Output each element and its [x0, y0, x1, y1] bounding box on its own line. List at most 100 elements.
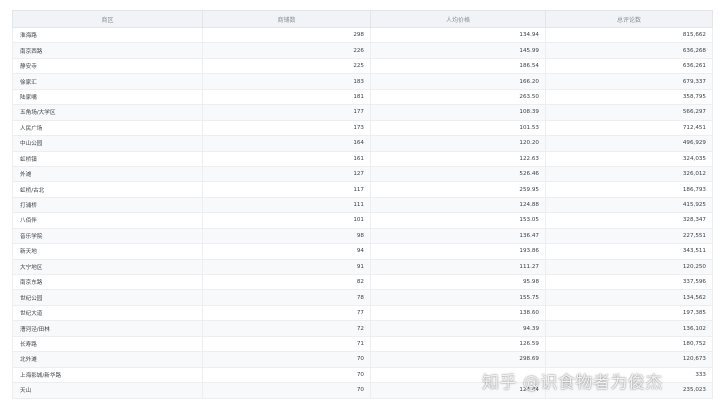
- table-row: 中山公园 164 120.20 496,929: [12, 135, 713, 152]
- district-cell: 新天地: [12, 243, 203, 260]
- shop-count-cell: 101: [202, 212, 371, 229]
- district-cell: 南京西路: [12, 42, 203, 59]
- district-cell: 静安寺: [12, 58, 203, 75]
- district-cell: 长寿路: [12, 336, 203, 353]
- avg-price-cell: 186.54: [370, 58, 546, 75]
- table-row: 南京西路 226 145.99 636,268: [12, 42, 713, 59]
- district-cell: 陆家嘴: [12, 89, 203, 106]
- review-count-cell: 679,337: [545, 73, 713, 90]
- district-cell: 世纪公园: [12, 289, 203, 306]
- district-cell: 音乐学院: [12, 228, 203, 245]
- watermark-text: 知乎 @识食物者为俊杰: [482, 373, 663, 393]
- shop-count-cell: 91: [202, 259, 371, 276]
- review-count-cell: 566,297: [545, 104, 713, 121]
- district-cell: 上海影城/新华路: [12, 367, 203, 384]
- district-cell: 虹桥/古北: [12, 181, 203, 198]
- avg-price-cell: 136.47: [370, 228, 546, 245]
- district-cell: 天山: [12, 382, 203, 399]
- review-count-cell: 358,795: [545, 89, 713, 106]
- column-header-review-count[interactable]: 总评论数: [545, 10, 713, 28]
- shop-count-cell: 70: [202, 367, 371, 384]
- table-row: 淮海路 298 134.94 815,662: [12, 27, 713, 44]
- district-cell: 人民广场: [12, 120, 203, 137]
- review-count-cell: 120,250: [545, 259, 713, 276]
- review-count-cell: 186,793: [545, 181, 713, 198]
- review-count-cell: 815,662: [545, 27, 713, 44]
- shop-count-cell: 77: [202, 305, 371, 322]
- review-count-cell: 326,012: [545, 166, 713, 183]
- avg-price-cell: 134.94: [370, 27, 546, 44]
- review-count-cell: 180,752: [545, 336, 713, 353]
- avg-price-cell: 153.05: [370, 212, 546, 229]
- shop-count-cell: 98: [202, 228, 371, 245]
- shop-count-cell: 183: [202, 73, 371, 90]
- district-cell: 北外滩: [12, 351, 203, 368]
- shop-count-cell: 127: [202, 166, 371, 183]
- review-count-cell: 136,102: [545, 320, 713, 337]
- avg-price-cell: 138.60: [370, 305, 546, 322]
- avg-price-cell: 298.69: [370, 351, 546, 368]
- table-row: 世纪大道 77 138.60 197,385: [12, 305, 713, 322]
- data-table-container: 商区 商铺数 人均价格 总评论数 淮海路 298 134.94 815,662 南京西路…: [12, 10, 713, 399]
- review-count-cell: 227,551: [545, 228, 713, 245]
- table-row: 虹桥镇 161 122.63 324,035: [12, 151, 713, 167]
- shop-count-cell: 94: [202, 243, 371, 260]
- table-row: 长寿路 71 126.59 180,752: [12, 336, 713, 353]
- shop-count-cell: 111: [202, 197, 371, 214]
- avg-price-cell: 263.50: [370, 89, 546, 106]
- district-cell: 五角场/大学区: [12, 104, 203, 121]
- shop-count-cell: 72: [202, 320, 371, 337]
- avg-price-cell: 259.95: [370, 181, 546, 198]
- table-row: 漕河泾/田林 72 94.39 136,102: [12, 320, 713, 337]
- table-row: 虹桥/古北 117 259.95 186,793: [12, 181, 713, 198]
- shop-count-cell: 225: [202, 58, 371, 75]
- shop-count-cell: 70: [202, 351, 371, 368]
- table-row: 静安寺 225 186.54 636,261: [12, 58, 713, 75]
- avg-price-cell: 111.27: [370, 259, 546, 276]
- business-district-table: 商区 商铺数 人均价格 总评论数 淮海路 298 134.94 815,662 南京西路…: [12, 10, 713, 399]
- district-cell: 漕河泾/田林: [12, 320, 203, 337]
- column-header-shop-count[interactable]: 商铺数: [202, 10, 371, 28]
- district-cell: 外滩: [12, 166, 203, 183]
- avg-price-cell: 124.88: [370, 197, 546, 214]
- review-count-cell: 712,451: [545, 120, 713, 137]
- avg-price-cell: 101.53: [370, 120, 546, 137]
- avg-price-cell: 193.86: [370, 243, 546, 260]
- shop-count-cell: 181: [202, 89, 371, 106]
- review-count-cell: 120,673: [545, 351, 713, 368]
- district-cell: 中山公园: [12, 135, 203, 152]
- table-row: 八佰伴 101 153.05 328,347: [12, 212, 713, 229]
- table-body: 淮海路 298 134.94 815,662 南京西路 226 145.99 636,268 静…: [12, 27, 713, 399]
- review-count-cell: 134,562: [545, 289, 713, 306]
- shop-count-cell: 226: [202, 42, 371, 59]
- review-count-cell: 496,929: [545, 135, 713, 152]
- district-cell: 淮海路: [12, 27, 203, 44]
- review-count-cell: 636,268: [545, 42, 713, 59]
- table-row: 北外滩 70 298.69 120,673: [12, 351, 713, 368]
- table-row: 五角场/大学区 177 108.39 566,297: [12, 104, 713, 121]
- shop-count-cell: 70: [202, 382, 371, 399]
- review-count-cell: 415,925: [545, 197, 713, 214]
- review-count-cell: 197,385: [545, 305, 713, 322]
- avg-price-cell: 95.98: [370, 274, 546, 291]
- column-header-district[interactable]: 商区: [12, 10, 203, 28]
- table-header-row: 商区 商铺数 人均价格 总评论数: [12, 10, 713, 28]
- table-row: 外滩 127 526.46 326,012: [12, 166, 713, 183]
- avg-price-cell: 108.39: [370, 104, 546, 121]
- shop-count-cell: 117: [202, 181, 371, 198]
- shop-count-cell: 82: [202, 274, 371, 291]
- shop-count-cell: 78: [202, 289, 371, 306]
- review-count-cell: 337,596: [545, 274, 713, 291]
- shop-count-cell: 71: [202, 336, 371, 353]
- table-row: 南京东路 82 95.98 337,596: [12, 274, 713, 291]
- column-header-avg-price[interactable]: 人均价格: [370, 10, 546, 28]
- review-count-cell: 636,261: [545, 58, 713, 75]
- district-cell: 八佰伴: [12, 212, 203, 229]
- shop-count-cell: 173: [202, 120, 371, 137]
- table-row: 世纪公园 78 155.75 134,562: [12, 289, 713, 306]
- district-cell: 南京东路: [12, 274, 203, 291]
- shop-count-cell: 161: [202, 151, 371, 167]
- district-cell: 虹桥镇: [12, 151, 203, 167]
- avg-price-cell: 145.99: [370, 42, 546, 59]
- avg-price-cell: 166.20: [370, 73, 546, 90]
